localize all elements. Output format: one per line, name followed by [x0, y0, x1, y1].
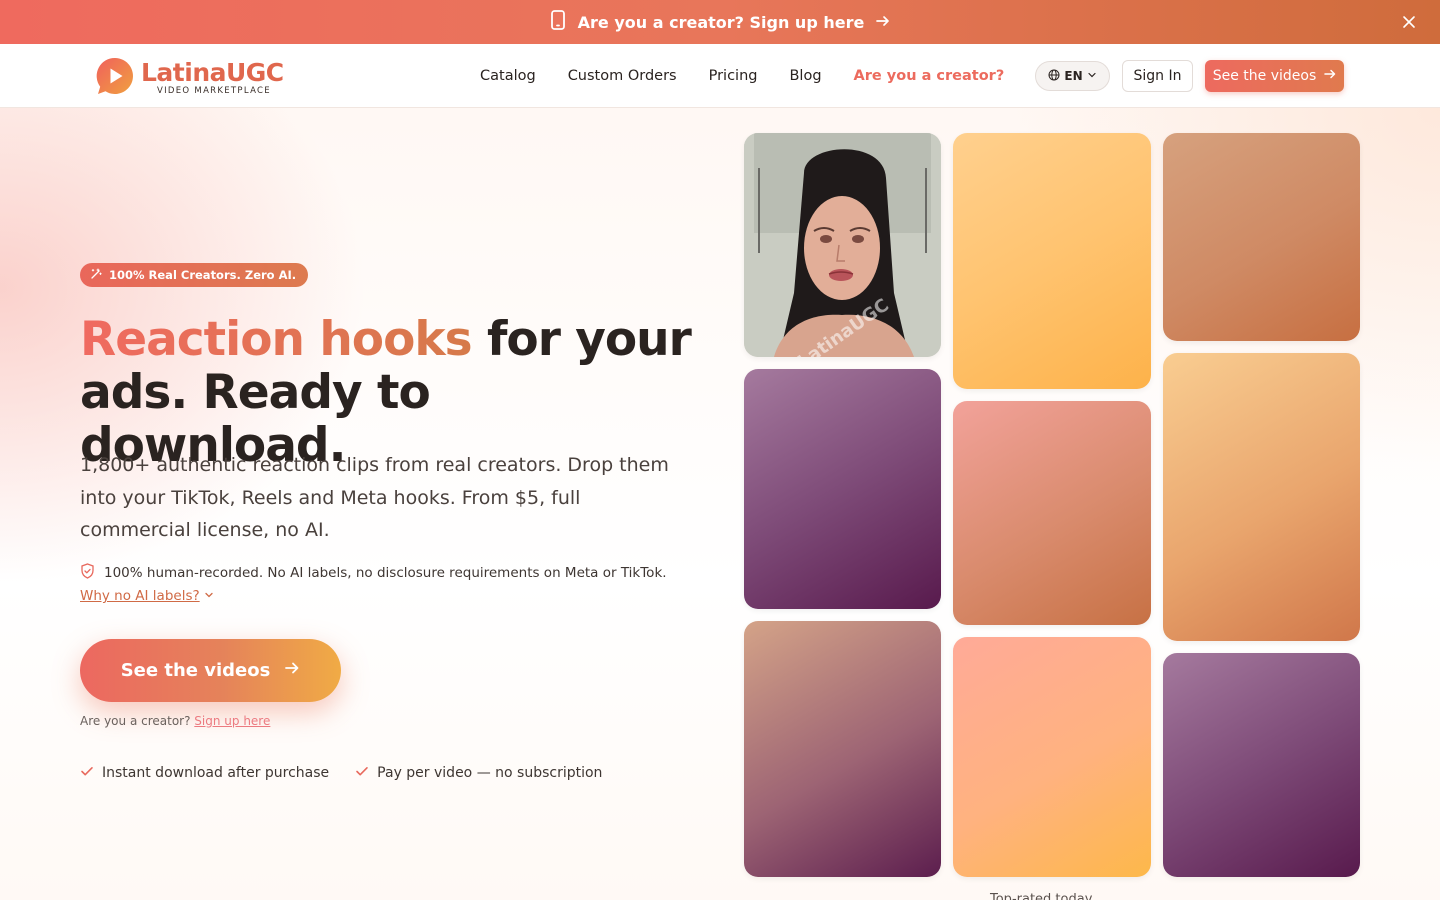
- badge-label: 100% Real Creators. Zero AI.: [109, 268, 297, 282]
- nav-catalog[interactable]: Catalog: [480, 68, 536, 84]
- arrow-right-icon: [876, 13, 890, 32]
- play-bubble-icon: [95, 56, 135, 100]
- check-icon: [355, 764, 369, 782]
- video-tile[interactable]: [1163, 653, 1360, 877]
- language-code: EN: [1064, 69, 1083, 83]
- perk-item: Instant download after purchase: [80, 764, 329, 782]
- sign-in-button[interactable]: Sign In: [1122, 60, 1193, 92]
- video-tile-featured[interactable]: LatinaUGC: [744, 133, 941, 357]
- header-see-videos-button[interactable]: See the videos: [1205, 60, 1344, 92]
- perks-list: Instant download after purchase Pay per …: [80, 764, 602, 782]
- perk-item: Pay per video — no subscription: [355, 764, 602, 782]
- chevron-down-icon: [1087, 69, 1097, 83]
- grid-caption: Top-rated today: [990, 892, 1093, 900]
- see-videos-button[interactable]: See the videos: [80, 639, 341, 702]
- logo[interactable]: LatinaUGC VIDEO MARKETPLACE: [95, 56, 284, 100]
- close-icon[interactable]: [1400, 13, 1418, 31]
- nav-creator[interactable]: Are you a creator?: [854, 68, 1005, 84]
- cta-label: See the videos: [120, 660, 271, 681]
- hero-lead: 1,800+ authentic reaction clips from rea…: [80, 454, 669, 541]
- creator-signup-line: Are you a creator? Sign up here: [80, 714, 270, 728]
- creator-signup-link[interactable]: Sign up here: [194, 714, 270, 728]
- header-cta-label: See the videos: [1212, 68, 1317, 84]
- real-creators-badge: 100% Real Creators. Zero AI.: [80, 263, 309, 287]
- sparkle-icon: [90, 268, 102, 283]
- video-tile[interactable]: [953, 637, 1151, 877]
- creator-photo: LatinaUGC: [744, 133, 941, 357]
- nav-custom-orders[interactable]: Custom Orders: [568, 68, 677, 84]
- why-no-ai-labels-toggle[interactable]: Why no AI labels?: [80, 588, 214, 604]
- video-tile[interactable]: [953, 133, 1151, 389]
- site-header: LatinaUGC VIDEO MARKETPLACE Catalog Cust…: [0, 44, 1440, 108]
- logo-tagline: VIDEO MARKETPLACE: [157, 86, 271, 97]
- language-selector[interactable]: EN: [1035, 61, 1110, 91]
- main-nav: Catalog Custom Orders Pricing Blog Are y…: [480, 44, 1004, 108]
- headline-accent: Reaction hooks: [80, 312, 473, 367]
- phone-icon: [550, 10, 566, 34]
- announcement-link[interactable]: Are you a creator? Sign up here: [550, 10, 891, 34]
- video-tile[interactable]: [744, 369, 941, 609]
- ai-note-text: 100% human-recorded. No AI labels, no di…: [104, 565, 667, 581]
- nav-blog[interactable]: Blog: [789, 68, 821, 84]
- why-link-label: Why no AI labels?: [80, 588, 200, 604]
- video-tile[interactable]: [744, 621, 941, 877]
- globe-icon: [1048, 69, 1060, 84]
- logo-name: LatinaUGC: [141, 58, 284, 88]
- ai-note: 100% human-recorded. No AI labels, no di…: [80, 563, 667, 583]
- arrow-right-icon: [284, 660, 300, 681]
- perk-text: Pay per video — no subscription: [377, 765, 603, 781]
- perk-text: Instant download after purchase: [102, 765, 330, 781]
- nav-pricing[interactable]: Pricing: [709, 68, 758, 84]
- arrow-right-icon: [1324, 68, 1336, 84]
- announcement-text: Are you a creator? Sign up here: [577, 12, 865, 32]
- video-tile[interactable]: [1163, 353, 1360, 641]
- video-tile[interactable]: [1163, 133, 1360, 341]
- chevron-down-icon: [204, 588, 214, 604]
- announcement-bar: Are you a creator? Sign up here: [0, 0, 1440, 44]
- shield-check-icon: [80, 563, 95, 583]
- check-icon: [80, 764, 94, 782]
- creator-prompt: Are you a creator?: [80, 714, 191, 728]
- video-tile[interactable]: [953, 401, 1151, 625]
